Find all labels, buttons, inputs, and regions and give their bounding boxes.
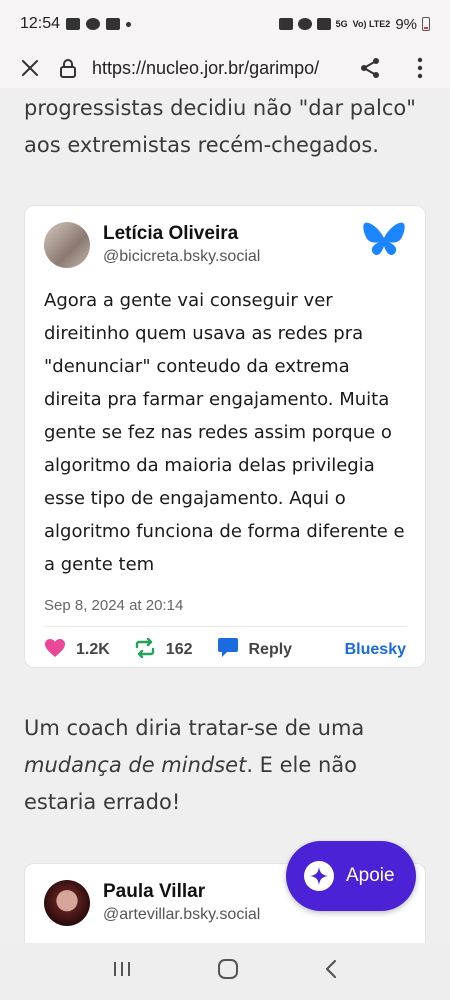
post-timestamp[interactable]: Sep 8, 2024 at 20:14 [44, 597, 406, 614]
like-count: 1.2K [76, 641, 110, 658]
home-icon[interactable] [217, 958, 239, 985]
apoie-label: Apoie [346, 865, 395, 886]
heart-icon [44, 638, 66, 663]
network-type: 5G [335, 18, 348, 29]
reply-button[interactable]: Reply [217, 637, 293, 663]
post-author-name[interactable]: Letícia Oliveira [103, 222, 260, 246]
article-paragraph: Um coach diria tratar-se de uma mudança … [0, 710, 450, 821]
post-author-name[interactable]: Paula Villar [103, 880, 260, 904]
paragraph-text: Um coach diria tratar-se de uma [24, 716, 365, 740]
page-content: progressistas decidiu não "dar palco" ao… [0, 88, 450, 943]
post-author-handle[interactable]: @bicicreta.bsky.social [103, 246, 260, 268]
bluesky-post-embed[interactable]: Letícia Oliveira @bicicreta.bsky.social … [24, 205, 426, 668]
status-time: 12:54 [20, 15, 61, 32]
sparkle-icon [304, 861, 334, 891]
apoie-button[interactable]: Apoie [286, 841, 416, 911]
like-button[interactable]: 1.2K [44, 638, 110, 663]
lock-icon [278, 18, 293, 30]
battery-icon [422, 17, 430, 31]
recent-apps-icon[interactable] [112, 960, 132, 983]
post-text: Agora a gente vai conseguir ver direitin… [44, 290, 405, 575]
close-icon[interactable] [18, 56, 42, 80]
instagram-icon [86, 18, 101, 30]
post-author-handle[interactable]: @artevillar.bsky.social [103, 904, 260, 926]
repost-button[interactable]: 162 [134, 637, 193, 663]
avatar[interactable] [44, 880, 90, 926]
url-field[interactable]: https://nucleo.jor.br/garimpo/ [92, 58, 332, 79]
lock-icon[interactable] [56, 56, 80, 80]
avatar[interactable] [44, 222, 90, 268]
repost-count: 162 [165, 641, 193, 658]
carrier-label: Vo) LTE2 [352, 18, 391, 29]
browser-toolbar: https://nucleo.jor.br/garimpo/ [0, 48, 450, 88]
article-paragraph: progressistas decidiu não "dar palco" ao… [24, 96, 416, 157]
bluesky-butterfly-icon[interactable] [362, 220, 406, 265]
paragraph-emphasis: mudança de mindset [24, 753, 247, 777]
reply-bubble-icon [217, 637, 239, 663]
notification-icon [66, 18, 81, 30]
view-on-bluesky-link[interactable]: Bluesky [345, 641, 406, 659]
youtube-icon [106, 18, 121, 30]
mute-icon [316, 18, 331, 30]
system-navigation-bar [0, 943, 450, 1000]
alarm-icon [297, 18, 312, 30]
more-notifications-icon [126, 21, 132, 27]
reply-label: Reply [248, 641, 293, 658]
back-icon[interactable] [324, 959, 338, 984]
battery-percent: 9% [395, 15, 417, 33]
repost-icon [134, 637, 156, 663]
status-bar: 12:54 5G Vo) LTE2 9% [0, 0, 450, 48]
share-icon[interactable] [358, 56, 382, 80]
more-options-icon[interactable] [408, 56, 432, 80]
